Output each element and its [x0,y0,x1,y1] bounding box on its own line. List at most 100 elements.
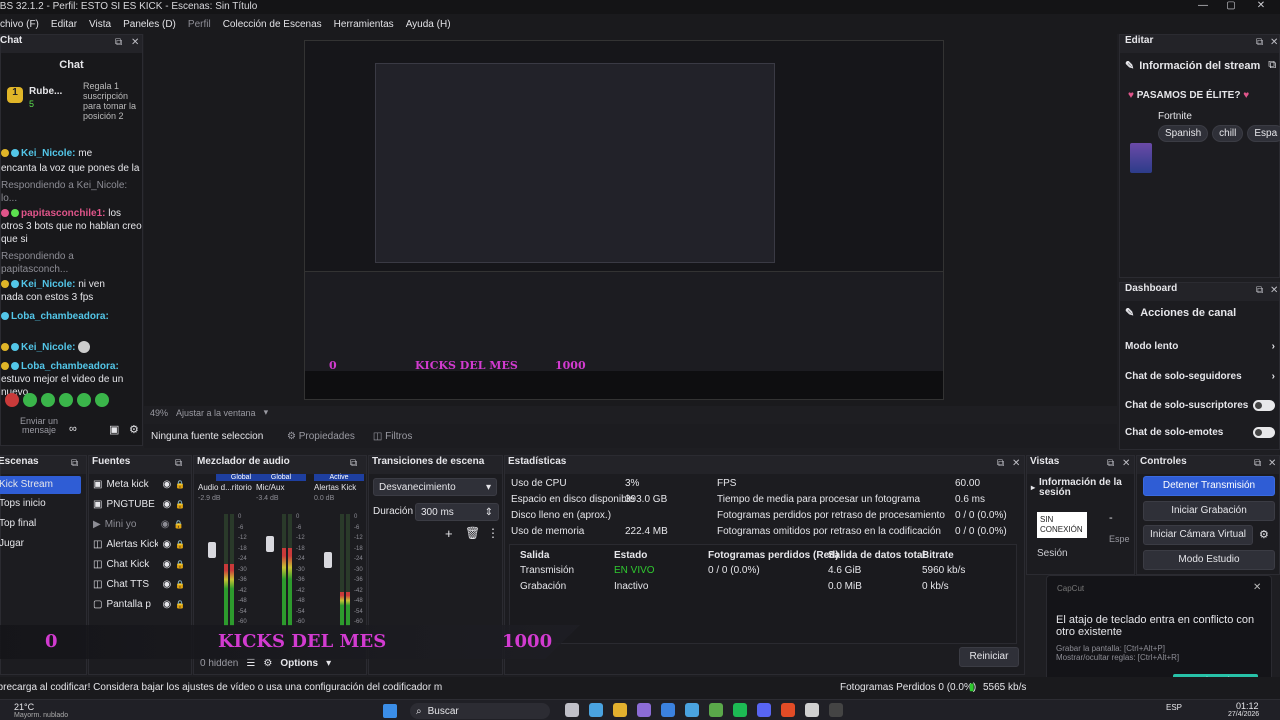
close-icon[interactable]: ✕ [1253,582,1261,593]
menu-herramientas[interactable]: Herramientas [334,19,394,30]
start-recording-button[interactable]: Iniciar Grabación [1143,501,1275,521]
edge-icon[interactable] [589,703,603,717]
options-button[interactable]: Options [280,658,318,669]
taskbar-search[interactable]: ⌕ Buscar [410,703,550,719]
close-icon[interactable]: ✕ [1012,458,1020,469]
float-icon[interactable]: ⧉ [71,458,78,469]
menu-paneles[interactable]: Paneles (D) [123,19,176,30]
gear-icon[interactable]: ⚙ [1259,528,1269,541]
lock-icon[interactable]: 🔒 [175,560,185,569]
subs-toggle[interactable] [1253,400,1275,411]
source-item[interactable]: ▣ PNGTUBE ◉ 🔒 [93,494,191,514]
send-message-input[interactable]: Enviar un mensaje [5,417,65,441]
folder-icon[interactable] [613,703,627,717]
scene-item[interactable]: Top final [0,514,86,534]
external-icon[interactable]: ⧉ [1268,59,1276,72]
float-icon[interactable]: ⧉ [350,458,357,469]
eye-icon[interactable]: ◉ [162,579,171,590]
float-icon[interactable]: ⧉ [1254,458,1261,469]
lock-icon[interactable]: 🔒 [175,600,185,609]
app-icon[interactable] [685,703,699,717]
lock-icon[interactable]: 🔒 [175,500,185,509]
gift-icon[interactable]: ▣ [109,423,119,436]
float-icon[interactable]: ⧉ [1256,37,1263,48]
store-icon[interactable] [637,703,651,717]
close-icon[interactable]: ✕ [1270,285,1278,296]
start-virtual-cam-button[interactable]: Iniciar Cámara Virtual [1143,525,1253,545]
dashboard-item-subs[interactable]: Chat de solo-suscriptores [1125,400,1275,411]
dashboard-item-emotes[interactable]: Chat de solo-emotes [1125,427,1275,438]
tag[interactable]: Espa [1247,125,1280,142]
chevron-down-icon[interactable]: ▾ [326,658,331,669]
menu-archivo[interactable]: Archivo (F) [0,19,39,30]
reset-button[interactable]: Reiniciar [959,647,1019,667]
tag[interactable]: Spanish [1158,125,1209,142]
eye-icon[interactable]: ◉ [161,519,170,530]
volume-fader[interactable] [208,542,216,558]
menu-editar[interactable]: Editar [51,19,77,30]
clock-date[interactable]: 27/4/2026 [1228,711,1259,718]
tag[interactable]: chill [1212,125,1244,142]
source-item[interactable]: ◫ Alertas Kick ◉ 🔒 [93,534,191,554]
eye-icon[interactable]: ◉ [162,479,171,490]
close-icon[interactable]: ✕ [131,37,139,48]
float-icon[interactable]: ⧉ [997,458,1004,469]
trash-icon[interactable]: 🗑 [465,526,480,540]
scene-item[interactable]: Jugar [0,534,86,554]
clock-time[interactable]: 01:12 [1236,701,1259,711]
emotes-toggle[interactable] [1253,427,1275,438]
eye-icon[interactable]: ◉ [162,539,171,550]
chevron-down-icon[interactable]: ▾ [264,407,269,418]
more-icon[interactable]: ⋮ [487,526,499,540]
scene-item[interactable]: Kick Stream [0,476,81,494]
close-icon[interactable]: ✕ [1270,37,1278,48]
spotify-icon[interactable] [733,703,747,717]
minimize-button[interactable]: — [1188,0,1218,11]
app-icon[interactable] [565,703,579,717]
duration-input[interactable]: 300 ms ⇕ [415,503,499,521]
studio-mode-button[interactable]: Modo Estudio [1143,550,1275,570]
lock-icon[interactable]: 🔒 [175,480,185,489]
menu-coleccion[interactable]: Colección de Escenas [223,19,322,30]
float-icon[interactable]: ⧉ [115,37,122,48]
source-item[interactable]: ▣ Meta kick ◉ 🔒 [93,474,191,494]
windows-start-icon[interactable] [383,704,397,718]
scene-item[interactable]: Tops inicio [0,494,86,514]
zoom-level[interactable]: 49% [150,408,168,418]
properties-button[interactable]: ⚙ Propiedades [287,431,355,442]
settings-icon[interactable]: ⚙ [129,423,139,436]
obs-icon[interactable] [805,703,819,717]
emoji-icon[interactable]: ∞ [69,423,77,435]
preview-area[interactable]: 0 KICKS DEL MES 1000 49% Ajustar a la vent… [144,34,1117,418]
eye-icon[interactable]: ◉ [162,499,171,510]
close-icon[interactable]: ✕ [1122,458,1130,469]
eye-icon[interactable]: ◉ [162,559,171,570]
mail-icon[interactable] [661,703,675,717]
language-indicator[interactable]: ESP [1166,703,1182,712]
maximize-button[interactable]: ▢ [1216,0,1246,11]
menu-ayuda[interactable]: Ayuda (H) [406,19,451,30]
zoom-fit[interactable]: Ajustar a la ventana [176,408,256,418]
lock-icon[interactable]: 🔒 [175,580,185,589]
lock-icon[interactable]: 🔒 [175,540,185,549]
filters-button[interactable]: ◫ Filtros [373,431,412,442]
stop-stream-button[interactable]: Detener Transmisión [1143,476,1275,496]
source-item[interactable]: ▶ Mini yo ◉ 🔒 [93,514,191,534]
mixer-layout-icon[interactable]: ☰ [246,658,255,669]
float-icon[interactable]: ⧉ [1107,458,1114,469]
volume-fader[interactable] [266,536,274,552]
add-icon[interactable]: + [445,526,453,541]
volume-fader[interactable] [324,552,332,568]
menu-perfil[interactable]: Perfil [188,19,211,30]
dashboard-item-slow[interactable]: Modo lento › [1125,341,1275,352]
transition-select[interactable]: Desvanecimiento ▾ [373,478,497,496]
lock-icon[interactable]: 🔒 [173,520,183,529]
dashboard-item-followers[interactable]: Chat de solo-seguidores › [1125,371,1275,382]
eye-icon[interactable]: ◉ [162,599,171,610]
source-item[interactable]: ◫ Chat Kick ◉ 🔒 [93,554,191,574]
close-icon[interactable]: ✕ [1268,458,1276,469]
close-button[interactable]: ✕ [1246,0,1276,11]
float-icon[interactable]: ⧉ [1256,285,1263,296]
discord-icon[interactable] [757,703,771,717]
menu-vista[interactable]: Vista [89,19,111,30]
